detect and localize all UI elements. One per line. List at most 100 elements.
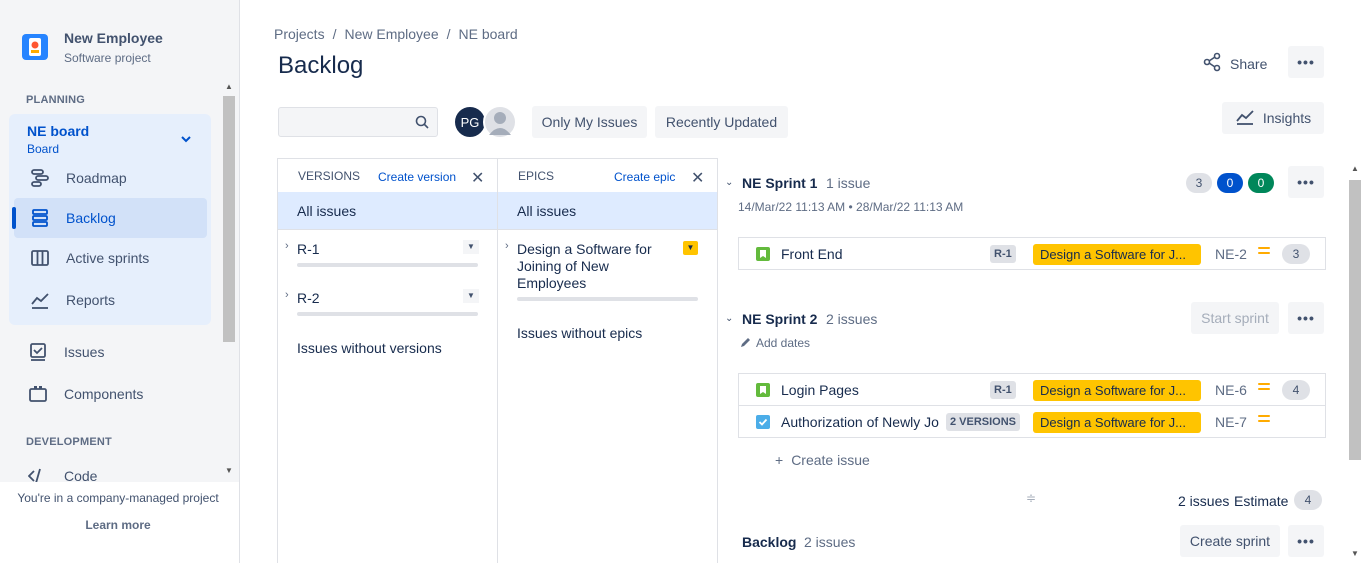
main-scrollbar[interactable]: ▲ ▼ — [1347, 164, 1363, 563]
sidebar-item-label: Reports — [66, 292, 116, 308]
sprint2-footer-count: 2 issues — [1178, 493, 1230, 509]
epic-item[interactable]: Design a Software for Joining of New Emp… — [517, 241, 667, 292]
add-dates-label: Add dates — [756, 336, 811, 350]
sidebar-item-label: Components — [64, 386, 144, 402]
page-title: Backlog — [278, 52, 364, 79]
search-input-wrapper — [278, 107, 438, 137]
backlog-name[interactable]: Backlog — [742, 534, 796, 550]
breadcrumb-projects[interactable]: Projects — [274, 26, 325, 42]
create-version-link[interactable]: Create version — [378, 170, 456, 184]
create-epic-link[interactable]: Create epic — [614, 170, 675, 184]
version-dropdown-icon[interactable]: ▼ — [463, 289, 479, 303]
unassigned-avatar-icon[interactable] — [483, 105, 517, 139]
pencil-icon — [740, 335, 752, 351]
sprint1-dates: 14/Mar/22 11:13 AM • 28/Mar/22 11:13 AM — [738, 200, 964, 214]
estimate-badge: 3 — [1282, 244, 1310, 264]
sprint2-estimate-label: Estimate — [1234, 493, 1289, 509]
close-epics-icon[interactable]: ✕ — [691, 168, 704, 188]
story-icon — [756, 383, 770, 400]
breadcrumb-board[interactable]: NE board — [459, 26, 518, 42]
close-versions-icon[interactable]: ✕ — [471, 168, 484, 188]
active-sprints-icon — [14, 248, 66, 268]
versions-title: VERSIONS — [298, 169, 361, 183]
collapse-chevron-icon[interactable]: ⌄ — [725, 177, 733, 188]
breadcrumb: Projects / New Employee / NE board — [274, 26, 518, 42]
story-icon — [756, 247, 770, 264]
sidebar-item-backlog[interactable]: Backlog — [14, 198, 207, 238]
sidebar-item-components[interactable]: Components — [12, 374, 205, 414]
version-item-r1[interactable]: R-1 — [297, 241, 320, 257]
epic-lozenge: Design a Software for J... — [1033, 412, 1201, 433]
issue-key[interactable]: NE-7 — [1215, 414, 1247, 430]
done-count-badge: 0 — [1248, 173, 1274, 193]
epic-dropdown-icon[interactable]: ▼ — [683, 241, 698, 255]
sidebar-item-label: Backlog — [66, 210, 116, 226]
only-my-issues-filter[interactable]: Only My Issues — [532, 106, 647, 138]
version-item-r2[interactable]: R-2 — [297, 290, 320, 306]
search-input[interactable] — [279, 108, 409, 136]
sprint2-name[interactable]: NE Sprint 2 — [742, 311, 817, 327]
drag-handle-icon[interactable]: ≑ — [1026, 491, 1036, 505]
learn-more-link[interactable]: Learn more — [0, 518, 236, 532]
sidebar-item-label: Roadmap — [66, 170, 127, 186]
epics-all-issues[interactable]: All issues — [498, 192, 717, 229]
estimate-badge: 4 — [1282, 380, 1310, 400]
development-label: DEVELOPMENT — [26, 436, 112, 448]
planning-label: PLANNING — [26, 94, 86, 106]
breadcrumb-separator: / — [332, 26, 337, 42]
selected-indicator — [12, 207, 16, 229]
epic-lozenge: Design a Software for J... — [1033, 380, 1201, 401]
chevron-right-icon[interactable]: › — [285, 289, 289, 301]
sprint2-count: 2 issues — [826, 311, 878, 327]
sidebar-item-code[interactable]: Code — [12, 456, 205, 484]
issue-summary: Front End — [781, 246, 843, 262]
sprint2-more-button[interactable]: ••• — [1288, 302, 1324, 334]
epic-progress — [517, 297, 698, 301]
chevron-right-icon[interactable]: › — [505, 240, 509, 252]
sidebar-item-roadmap[interactable]: Roadmap — [14, 158, 207, 198]
create-issue-label: Create issue — [791, 452, 870, 468]
share-button[interactable]: Share — [1202, 52, 1267, 75]
more-actions-button[interactable]: ••• — [1288, 46, 1324, 78]
create-issue-button[interactable]: + Create issue — [775, 452, 870, 468]
issue-key[interactable]: NE-6 — [1215, 382, 1247, 398]
backlog-count: 2 issues — [804, 534, 856, 550]
issue-row[interactable]: Front End R-1 Design a Software for J...… — [738, 237, 1326, 270]
issues-icon — [12, 342, 64, 362]
issue-key[interactable]: NE-2 — [1215, 246, 1247, 262]
issue-row[interactable]: Login Pages R-1 Design a Software for J.… — [738, 373, 1326, 406]
collapse-chevron-icon[interactable]: ⌄ — [725, 313, 733, 324]
backlog-more-button[interactable]: ••• — [1288, 525, 1324, 557]
versions-all-issues[interactable]: All issues — [278, 192, 497, 229]
version-dropdown-icon[interactable]: ▼ — [463, 240, 479, 254]
add-dates-button[interactable]: Add dates — [740, 335, 810, 351]
insights-label: Insights — [1262, 110, 1312, 126]
project-name[interactable]: New Employee — [64, 30, 163, 46]
board-name[interactable]: NE board — [27, 123, 89, 139]
roadmap-icon — [14, 168, 66, 188]
chevron-down-icon[interactable] — [180, 132, 192, 148]
epics-all-label: All issues — [517, 203, 577, 219]
avatar[interactable]: PG — [453, 105, 487, 139]
issues-without-epics[interactable]: Issues without epics — [517, 325, 642, 341]
epic-lozenge: Design a Software for J... — [1033, 244, 1201, 265]
version-progress — [297, 312, 478, 316]
project-avatar-icon[interactable] — [22, 34, 48, 60]
sidebar-scrollbar[interactable]: ▲ ▼ — [222, 82, 236, 482]
sprint1-name[interactable]: NE Sprint 1 — [742, 175, 817, 191]
breadcrumb-project[interactable]: New Employee — [344, 26, 438, 42]
issues-without-versions[interactable]: Issues without versions — [297, 340, 442, 356]
create-sprint-button[interactable]: Create sprint — [1180, 525, 1280, 557]
sidebar-item-issues[interactable]: Issues — [12, 332, 205, 372]
chevron-right-icon[interactable]: › — [285, 240, 289, 252]
breadcrumb-separator: / — [446, 26, 451, 42]
sidebar-item-active-sprints[interactable]: Active sprints — [14, 238, 207, 278]
start-sprint-button[interactable]: Start sprint — [1191, 302, 1279, 334]
inprogress-count-badge: 0 — [1217, 173, 1243, 193]
version-lozenge: 2 VERSIONS — [946, 413, 1021, 431]
sprint1-more-button[interactable]: ••• — [1288, 166, 1324, 198]
issue-row[interactable]: Authorization of Newly Jo 2 VERSIONS Des… — [738, 405, 1326, 438]
recently-updated-filter[interactable]: Recently Updated — [655, 106, 788, 138]
sidebar-item-reports[interactable]: Reports — [14, 280, 207, 320]
insights-button[interactable]: Insights — [1222, 102, 1324, 134]
